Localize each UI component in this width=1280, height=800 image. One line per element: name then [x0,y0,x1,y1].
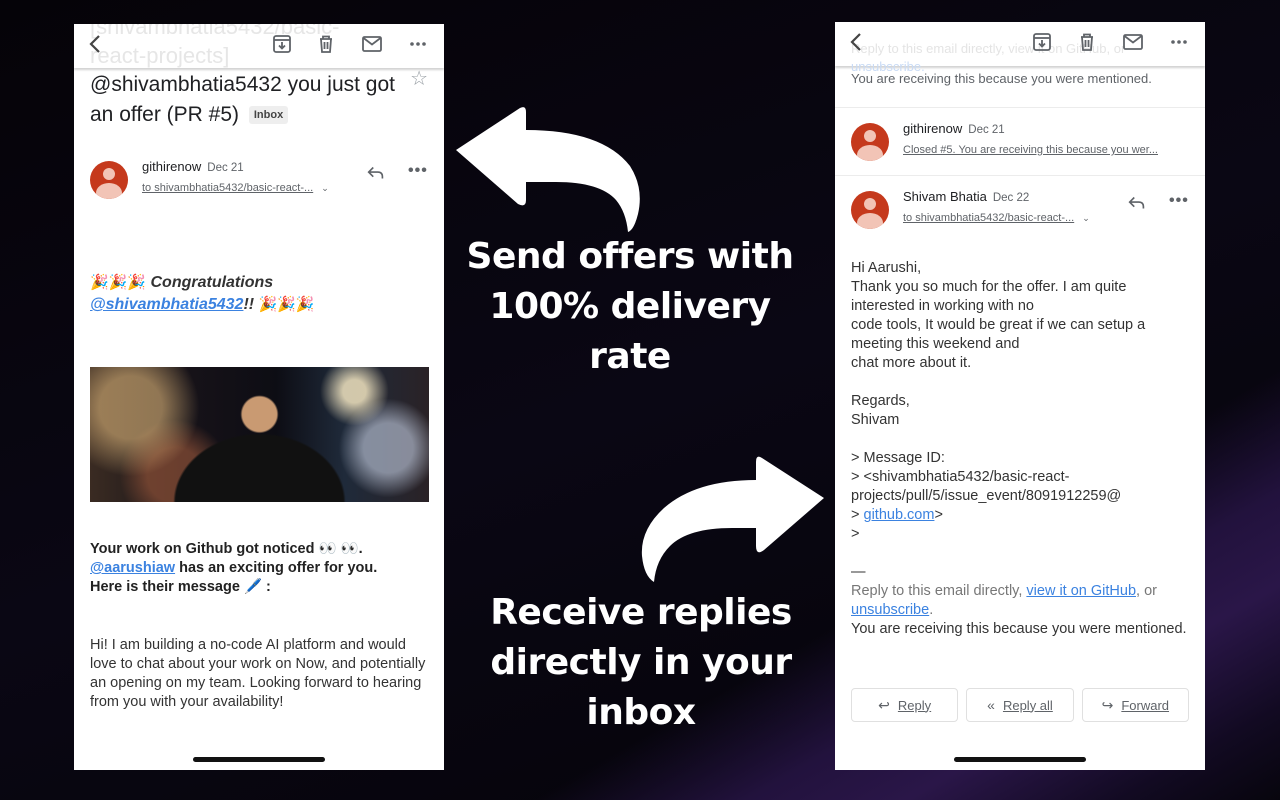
sender-line: githirenow Dec 21 [142,159,244,174]
notice-line: Your work on Github got noticed 👀 👀. [90,541,363,557]
congratulations-heading: 🎉🎉🎉 Congratulations @shivambhatia5432!! … [90,272,430,316]
sender-name: Shivam Bhatia [903,189,987,204]
sender-name: githirenow [142,159,202,174]
unsubscribe-link[interactable]: unsubscribe [851,602,929,618]
mail-icon[interactable] [360,32,384,56]
archive-icon[interactable] [270,32,294,56]
reply-icon: ↩ [878,696,890,713]
view-on-github-link[interactable]: view it on GitHub [1026,583,1136,599]
email-subject: @shivambhatia5432 you just got an offer … [90,70,400,130]
footer-mentioned: You are receiving this because you were … [851,621,1187,637]
message-more-icon[interactable]: ••• [408,162,428,180]
back-icon[interactable] [845,30,869,54]
quoted-prefix: > [851,507,864,523]
offer-message-body: Hi! I am building a no-code AI platform … [90,637,426,710]
message-divider [835,175,1205,176]
quoted-suffix: > [934,507,943,523]
message-date: Dec 21 [207,162,244,174]
reply-message-body: Hi Aarushi, Thank you so much for the of… [851,259,1196,639]
message-snippet[interactable]: Closed #5. You are receiving this becaus… [903,144,1158,156]
reply-all-label: Reply all [1002,697,1053,713]
offer-notice: Your work on Github got noticed 👀 👀. @aa… [90,540,430,597]
message-actions: ↩ Reply « Reply all ↪ Forward [851,688,1189,722]
forward-icon: ↪ [1101,696,1114,713]
chevron-down-icon[interactable]: ⌄ [321,183,329,194]
inbox-label-badge[interactable]: Inbox [248,106,289,124]
party-popper-emoji: 🎉🎉🎉 [90,274,147,291]
recipient-details[interactable]: to shivambhatia5432/basic-react-... ⌄ [142,182,329,194]
separator: — [851,564,866,580]
message-date: Dec 21 [968,124,1005,136]
footer-text: . [929,602,934,618]
quoted-line: projects/pull/5/issue_event/8091912259@ [851,488,1122,504]
recruiter-mention-link[interactable]: @aarushiaw [90,560,175,576]
reply-thread-screen: Reply to this email directly, view it on… [835,22,1205,770]
reply-all-icon: « [987,697,995,713]
recipient-text: to shivambhatia5432/basic-react-... [903,212,1075,224]
trash-icon[interactable] [1075,30,1099,54]
forward-label: Forward [1121,697,1170,713]
party-popper-emoji: 🎉🎉🎉 [258,296,315,313]
sender-avatar [851,123,889,161]
sender-name: githirenow [903,121,963,136]
subject-text: @shivambhatia5432 you just got an offer … [90,73,396,126]
greeting: Hi Aarushi, [851,260,922,276]
home-indicator [193,757,325,762]
curved-arrow-right-icon [641,456,824,582]
celebration-gif [90,367,429,502]
mention-link[interactable]: @shivambhatia5432 [90,296,243,313]
home-indicator [954,757,1086,762]
star-icon[interactable]: ☆ [410,66,428,91]
offer-email-screen: [shivambhatia5432/basic- react-projects]… [74,24,444,770]
notice-line: Here is their message 🖊️ : [90,579,271,595]
sender-line: Shivam Bhatia Dec 22 [903,189,1029,204]
trash-icon[interactable] [314,32,338,56]
quoted-line: > Message ID: [851,450,945,466]
message-divider [835,107,1205,108]
reply-button[interactable]: ↩ Reply [851,688,959,722]
email-toolbar: Reply to this email directly, view it on… [835,22,1205,74]
quoted-line: > <shivambhatia5432/basic-react- [851,469,1070,485]
back-icon[interactable] [84,32,108,56]
send-offers-caption: Send offers with 100% delivery rate [466,236,794,377]
reply-label: Reply [897,697,932,713]
sender-line: githirenow Dec 21 [903,121,1005,136]
footer-text: , or [1136,583,1157,599]
more-options-icon[interactable] [406,32,430,56]
reply-icon[interactable] [1126,192,1148,214]
congrats-text: Congratulations [150,274,274,291]
chevron-down-icon[interactable]: ⌄ [1082,213,1090,224]
message-date: Dec 22 [992,192,1030,204]
reply-icon[interactable] [365,162,387,184]
sender-avatar [851,191,889,229]
recipient-text: to shivambhatia5432/basic-react-... [142,182,314,194]
mail-icon[interactable] [1121,30,1145,54]
github-link[interactable]: github.com [864,507,935,523]
scrolled-content-ghost: unsubscribe. [851,59,925,74]
reply-all-button[interactable]: « Reply all [966,688,1074,722]
scrolled-title-ghost: react-projects] [90,43,230,68]
recipient-details[interactable]: to shivambhatia5432/basic-react-... ⌄ [903,212,1090,224]
email-toolbar: [shivambhatia5432/basic- react-projects] [74,24,444,68]
signoff: Regards, Shivam [851,393,910,428]
reply-text: Thank you so much for the offer. I am qu… [851,279,1146,371]
footer-text: Reply to this email directly, [851,583,1027,599]
curved-arrow-left-icon [456,107,640,232]
message-more-icon[interactable]: ••• [1169,192,1189,210]
forward-button[interactable]: ↪ Forward [1081,688,1189,722]
scrolled-title-ghost: [shivambhatia5432/basic- [90,24,340,39]
archive-icon[interactable] [1030,30,1054,54]
quoted-line: > [851,526,860,542]
more-options-icon[interactable] [1167,30,1191,54]
congrats-suffix: !! [243,296,255,313]
sender-avatar [90,161,128,199]
notice-line: has an exciting offer for you. [175,560,378,576]
receive-replies-caption: Receive replies directly in your inbox [490,592,792,733]
